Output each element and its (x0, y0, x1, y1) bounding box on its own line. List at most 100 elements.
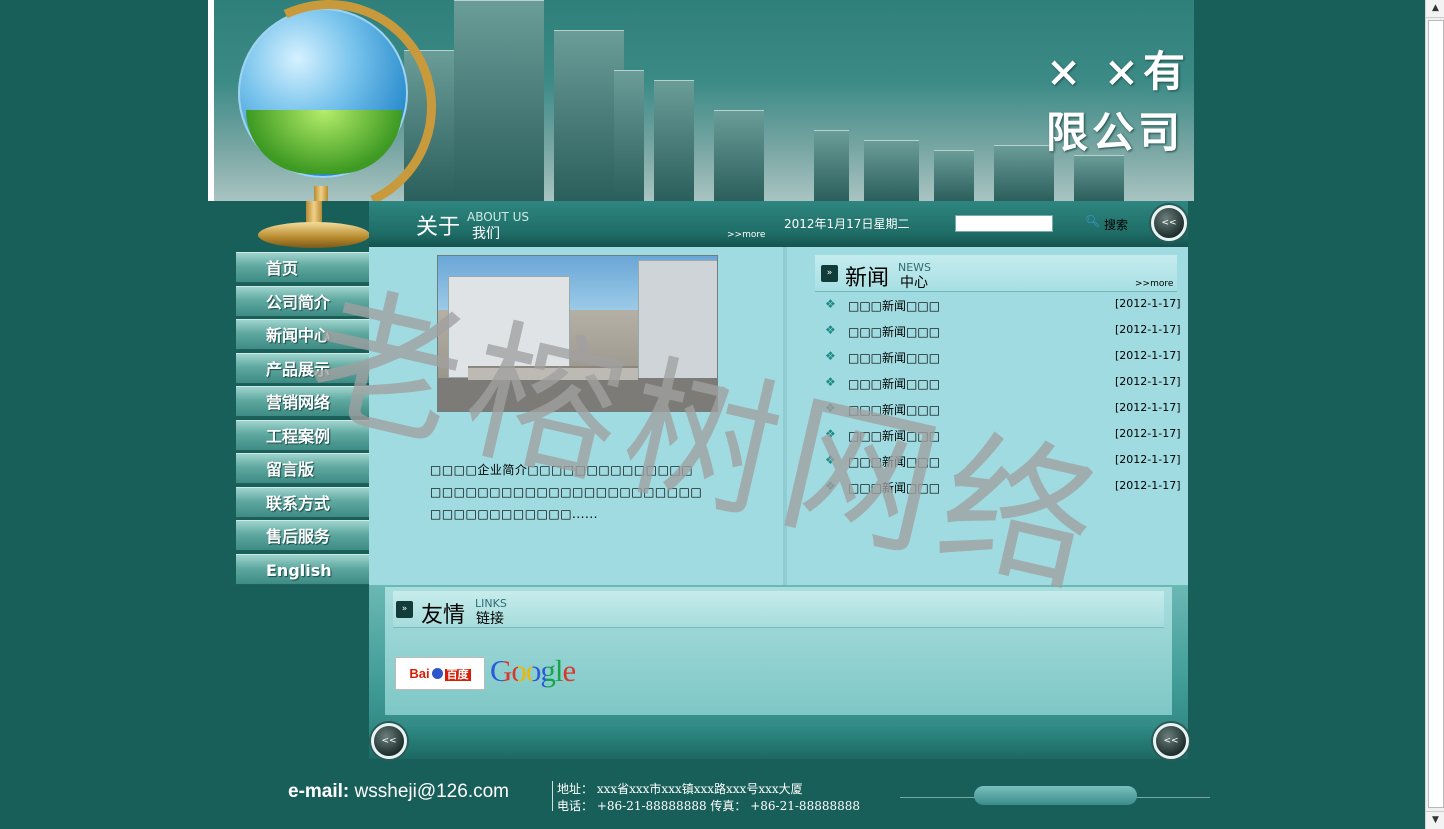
news-item[interactable]: ❖ □□□新闻□□□ [2012-1-17] (825, 323, 1181, 349)
news-item[interactable]: ❖ □□□新闻□□□ [2012-1-17] (825, 349, 1181, 375)
news-title: 新闻 (845, 266, 890, 291)
photo-gate (468, 366, 638, 380)
building-graphic (714, 110, 764, 201)
building-graphic (1074, 155, 1124, 201)
main-bottom-bar (369, 727, 1188, 759)
news-item-title[interactable]: □□□新闻□□□ (848, 427, 940, 444)
about-title-en: ABOUT US (467, 210, 530, 224)
news-item-date: [2012-1-17] (1115, 375, 1181, 388)
next-round-button[interactable]: << (1153, 723, 1189, 759)
nav-item-contact[interactable]: 联系方式 (236, 486, 369, 518)
vertical-scrollbar[interactable]: ▲ ▼ (1425, 0, 1444, 829)
news-item-title[interactable]: □□□新闻□□□ (848, 401, 940, 418)
news-more-link[interactable]: >>more (1135, 279, 1173, 289)
header-banner: × ×有限公司 (208, 0, 1194, 201)
double-arrow-icon: » (821, 265, 838, 282)
footer-phone: 电话： +86-21-88888888 传真： +86-21-88888888 (557, 799, 861, 813)
about-subtitle: 我们 (472, 226, 500, 242)
news-header: » 新闻 NEWS 中心 >>more (815, 255, 1177, 292)
news-subtitle: 中心 (900, 275, 928, 291)
building-graphic (654, 80, 694, 201)
main-panel: 关于 ABOUT US 我们 >>more 2012年1月17日星期二 🔍︎ 搜… (369, 201, 1189, 759)
email-label: e-mail: (288, 781, 350, 802)
google-link[interactable]: Google (490, 653, 576, 689)
diamond-bullet-icon: ❖ (825, 479, 836, 493)
baidu-link[interactable]: Bai 百度 (395, 657, 485, 690)
search-button[interactable]: 搜索 (1104, 216, 1128, 233)
news-item[interactable]: ❖ □□□新闻□□□ [2012-1-17] (825, 453, 1181, 479)
scroll-thumb[interactable] (1428, 20, 1444, 808)
email-address: wssheji@126.com (354, 781, 509, 802)
nav-item-news-center[interactable]: 新闻中心 (236, 319, 369, 350)
links-subtitle: 链接 (476, 611, 504, 627)
about-summary: □□□□企业简介□□□□□□□□□□□□□□ □□□□□□□□□□□□□□□□□… (430, 463, 703, 521)
news-item[interactable]: ❖ □□□新闻□□□ [2012-1-17] (825, 401, 1181, 427)
search-input[interactable] (955, 215, 1053, 232)
news-list: ❖ □□□新闻□□□ [2012-1-17] ❖ □□□新闻□□□ [2012-1-17… (825, 297, 1181, 505)
building-graphic (454, 0, 544, 201)
double-arrow-icon: » (396, 601, 413, 618)
nav-item-home[interactable]: 首页 (236, 252, 369, 283)
news-item-title[interactable]: □□□新闻□□□ (848, 349, 940, 366)
nav-item-sales-network[interactable]: 营销网络 (236, 386, 369, 417)
diamond-bullet-icon: ❖ (825, 375, 836, 389)
building-graphic (994, 145, 1054, 201)
news-item-title[interactable]: □□□新闻□□□ (848, 453, 940, 470)
news-item-date: [2012-1-17] (1115, 401, 1181, 414)
news-item-date: [2012-1-17] (1115, 297, 1181, 310)
news-item-date: [2012-1-17] (1115, 479, 1181, 492)
column-divider (783, 247, 787, 585)
news-item-title[interactable]: □□□新闻□□□ (848, 479, 940, 496)
about-more-link[interactable]: >>more (727, 230, 765, 240)
scroll-up-arrow-icon[interactable]: ▲ (1426, 0, 1444, 18)
news-item-title[interactable]: □□□新闻□□□ (848, 323, 940, 340)
news-item[interactable]: ❖ □□□新闻□□□ [2012-1-17] (825, 479, 1181, 505)
news-item-title[interactable]: □□□新闻□□□ (848, 297, 940, 314)
news-item-date: [2012-1-17] (1115, 453, 1181, 466)
current-date: 2012年1月17日星期二 (784, 217, 910, 231)
prev-round-button[interactable]: << (371, 723, 407, 759)
news-item[interactable]: ❖ □□□新闻□□□ [2012-1-17] (825, 297, 1181, 323)
diamond-bullet-icon: ❖ (825, 323, 836, 337)
globe-stand-graphic (314, 186, 328, 201)
building-graphic (864, 140, 919, 201)
diamond-bullet-icon: ❖ (825, 297, 836, 311)
building-graphic (814, 130, 849, 201)
photo-building (638, 260, 717, 382)
about-title: 关于 (416, 215, 461, 240)
nav-item-projects[interactable]: 工程案例 (236, 419, 369, 451)
links-header: » 友情 LINKS 链接 (393, 591, 1164, 628)
sidebar-nav: 首页 公司简介 新闻中心 产品展示 营销网络 工程案例 留言版 联系方式 售后服… (236, 252, 369, 587)
diamond-bullet-icon: ❖ (825, 401, 836, 415)
nav-item-products[interactable]: 产品展示 (236, 352, 369, 384)
photo-ground (438, 378, 717, 411)
footer-divider (552, 781, 553, 811)
news-item-date: [2012-1-17] (1115, 349, 1181, 362)
photo-building (448, 276, 570, 378)
news-item-date: [2012-1-17] (1115, 323, 1181, 336)
nav-item-company-profile[interactable]: 公司简介 (236, 285, 369, 317)
diamond-bullet-icon: ❖ (825, 427, 836, 441)
search-icon[interactable]: 🔍︎ (1085, 214, 1100, 228)
main-topbar: 关于 ABOUT US 我们 >>more 2012年1月17日星期二 🔍︎ 搜… (369, 201, 1188, 247)
baidu-logo-cn: 百度 (444, 669, 471, 681)
company-name: × ×有限公司 (1046, 47, 1190, 157)
diamond-bullet-icon: ❖ (825, 349, 836, 363)
news-item-title[interactable]: □□□新闻□□□ (848, 375, 940, 392)
footer-pill-decoration (974, 786, 1137, 805)
building-graphic (934, 150, 974, 201)
globe-base-graphic (258, 222, 370, 248)
baidu-logo-text: Bai (409, 666, 430, 681)
news-item[interactable]: ❖ □□□新闻□□□ [2012-1-17] (825, 375, 1181, 401)
building-graphic (614, 70, 644, 201)
nav-item-after-sales[interactable]: 售后服务 (236, 520, 369, 551)
nav-item-guestbook[interactable]: 留言版 (236, 453, 369, 484)
company-photo (437, 255, 718, 412)
footer-address: 地址： xxx省xxx市xxx镇xxx路xxx号xxx大厦 (557, 782, 803, 796)
news-item-date: [2012-1-17] (1115, 427, 1181, 440)
links-section: » 友情 LINKS 链接 Bai 百度 Google (385, 587, 1172, 715)
collapse-round-button[interactable]: << (1151, 205, 1187, 241)
scroll-down-arrow-icon[interactable]: ▼ (1426, 811, 1444, 829)
news-item[interactable]: ❖ □□□新闻□□□ [2012-1-17] (825, 427, 1181, 453)
nav-item-english[interactable]: English (236, 553, 369, 585)
